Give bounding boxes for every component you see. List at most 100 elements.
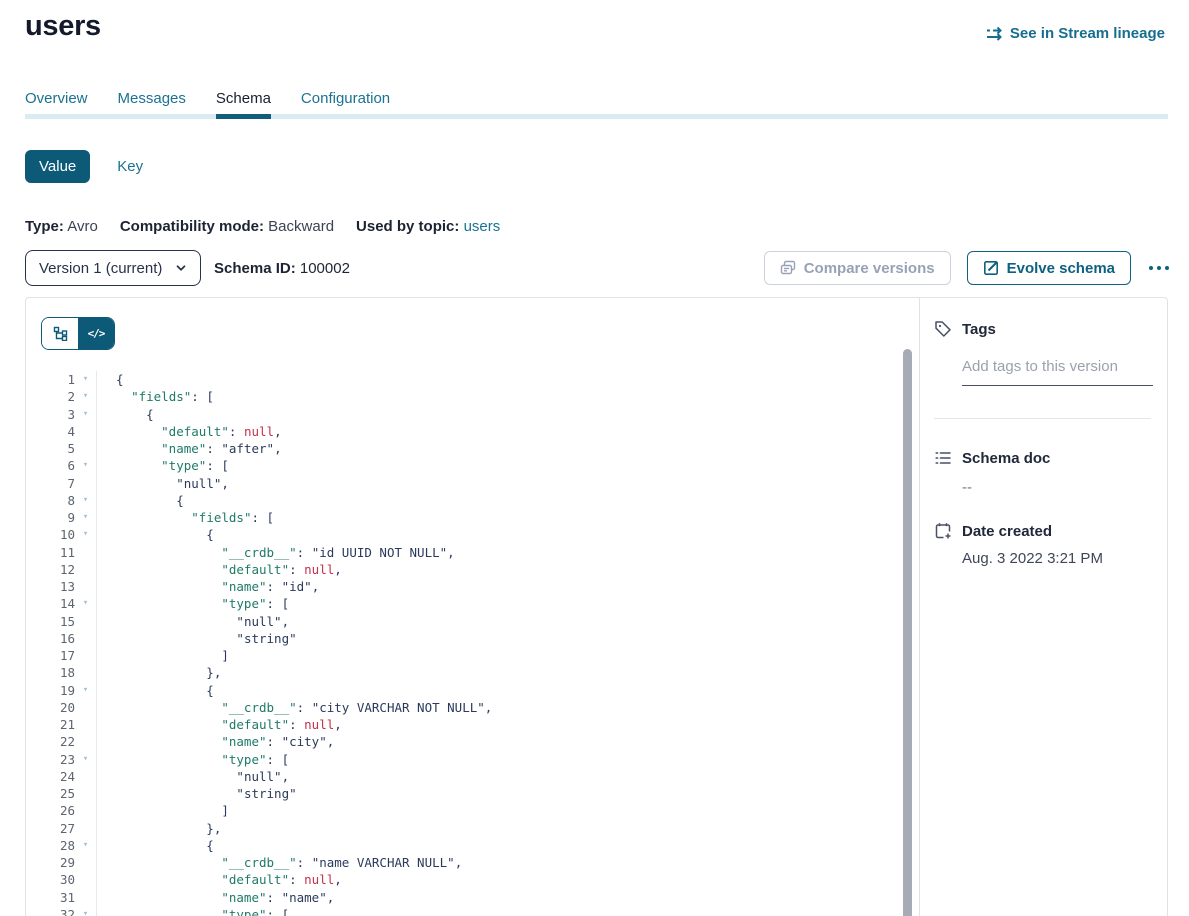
code-line: 25 "string" <box>26 785 919 802</box>
fold-toggle-icon[interactable]: ▾ <box>75 751 96 768</box>
chevron-down-icon <box>174 261 188 275</box>
code-text: "type": [ <box>96 751 919 768</box>
edit-icon <box>983 260 999 276</box>
stream-lineage-icon <box>986 26 1003 41</box>
schema-doc-value: -- <box>962 479 1151 496</box>
code-text: "type": [ <box>96 457 919 474</box>
topic-link[interactable]: users <box>464 218 501 235</box>
topic-label: Used by topic: <box>356 218 459 235</box>
code-line: 18 }, <box>26 664 919 681</box>
tags-title: Tags <box>962 321 996 338</box>
type-value: Avro <box>67 218 98 235</box>
code-text: { <box>96 371 919 388</box>
code-line: 19▾ { <box>26 682 919 699</box>
code-text: "null", <box>96 475 919 492</box>
fold-spacer <box>75 889 96 906</box>
code-text: "string" <box>96 785 919 802</box>
compare-versions-label: Compare versions <box>804 260 935 277</box>
fold-spacer <box>75 475 96 492</box>
code-text: "type": [ <box>96 595 919 612</box>
code-lines: 1▾{2▾ "fields": [3▾ {4 "default": null,5… <box>26 371 919 916</box>
date-created-title: Date created <box>962 523 1052 540</box>
code-text: }, <box>96 820 919 837</box>
code-line: 11 "__crdb__": "id UUID NOT NULL", <box>26 544 919 561</box>
compare-versions-button[interactable]: Compare versions <box>764 251 951 285</box>
code-line: 26 ] <box>26 802 919 819</box>
code-line: 15 "null", <box>26 613 919 630</box>
code-line: 32▾ "type": [ <box>26 906 919 916</box>
line-number: 27 <box>26 820 75 837</box>
line-number: 18 <box>26 664 75 681</box>
fold-toggle-icon[interactable]: ▾ <box>75 406 96 423</box>
code-text: "default": null, <box>96 716 919 733</box>
code-line: 24 "null", <box>26 768 919 785</box>
code-text: "name": "city", <box>96 733 919 750</box>
code-scrollbar[interactable] <box>903 349 912 916</box>
line-number: 20 <box>26 699 75 716</box>
schema-meta-row: Type: Avro Compatibility mode: Backward … <box>25 218 1189 235</box>
schema-sidebar: Tags Schema doc -- <box>919 298 1167 916</box>
fold-toggle-icon[interactable]: ▾ <box>75 492 96 509</box>
see-in-stream-lineage-link[interactable]: See in Stream lineage <box>986 25 1165 42</box>
code-line: 17 ] <box>26 647 919 664</box>
schema-card: </> 1▾{2▾ "fields": [3▾ {4 "default": nu… <box>25 297 1168 916</box>
code-text: { <box>96 492 919 509</box>
tab-configuration[interactable]: Configuration <box>301 90 390 119</box>
fold-spacer <box>75 423 96 440</box>
fold-spacer <box>75 630 96 647</box>
fold-toggle-icon[interactable]: ▾ <box>75 457 96 474</box>
more-options-button[interactable] <box>1147 260 1171 276</box>
schema-view-toggle: </> <box>41 317 115 350</box>
fold-toggle-icon[interactable]: ▾ <box>75 837 96 854</box>
schema-id: Schema ID: 100002 <box>214 260 350 277</box>
fold-toggle-icon[interactable]: ▾ <box>75 595 96 612</box>
code-text: "null", <box>96 613 919 630</box>
code-text: "name": "name", <box>96 889 919 906</box>
line-number: 5 <box>26 440 75 457</box>
code-text: "default": null, <box>96 871 919 888</box>
code-text: }, <box>96 664 919 681</box>
line-number: 25 <box>26 785 75 802</box>
tag-icon <box>934 320 952 338</box>
calendar-plus-icon <box>934 522 952 540</box>
version-dropdown[interactable]: Version 1 (current) <box>25 250 201 286</box>
fold-spacer <box>75 716 96 733</box>
key-toggle-button[interactable]: Key <box>117 158 143 175</box>
tree-view-icon <box>53 326 68 341</box>
code-view-button[interactable]: </> <box>78 318 114 349</box>
fold-spacer <box>75 733 96 750</box>
fold-toggle-icon[interactable]: ▾ <box>75 388 96 405</box>
fold-toggle-icon[interactable]: ▾ <box>75 509 96 526</box>
code-text: "string" <box>96 630 919 647</box>
evolve-schema-label: Evolve schema <box>1007 260 1115 277</box>
fold-toggle-icon[interactable]: ▾ <box>75 526 96 543</box>
tab-schema[interactable]: Schema <box>216 90 271 119</box>
code-view-icon: </> <box>88 327 105 340</box>
code-line: 2▾ "fields": [ <box>26 388 919 405</box>
schema-actions: Compare versions Evolve schema <box>764 251 1168 285</box>
code-text: { <box>96 526 919 543</box>
code-text: "null", <box>96 768 919 785</box>
value-toggle-button[interactable]: Value <box>25 150 90 183</box>
tree-view-button[interactable] <box>42 318 78 349</box>
code-text: "default": null, <box>96 423 919 440</box>
code-line: 6▾ "type": [ <box>26 457 919 474</box>
tab-overview[interactable]: Overview <box>25 90 88 119</box>
fold-toggle-icon[interactable]: ▾ <box>75 682 96 699</box>
line-number: 26 <box>26 802 75 819</box>
fold-toggle-icon[interactable]: ▾ <box>75 371 96 388</box>
code-line: 3▾ { <box>26 406 919 423</box>
code-text: "name": "after", <box>96 440 919 457</box>
line-number: 8 <box>26 492 75 509</box>
add-tags-input[interactable] <box>962 358 1153 386</box>
schema-id-value: 100002 <box>300 260 350 277</box>
schema-id-label: Schema ID: <box>214 260 296 277</box>
fold-toggle-icon[interactable]: ▾ <box>75 906 96 916</box>
fold-spacer <box>75 578 96 595</box>
sidebar-divider <box>934 418 1151 419</box>
tab-messages[interactable]: Messages <box>118 90 186 119</box>
evolve-schema-button[interactable]: Evolve schema <box>967 251 1131 285</box>
line-number: 16 <box>26 630 75 647</box>
code-line: 9▾ "fields": [ <box>26 509 919 526</box>
schema-doc-header: Schema doc <box>934 449 1151 467</box>
